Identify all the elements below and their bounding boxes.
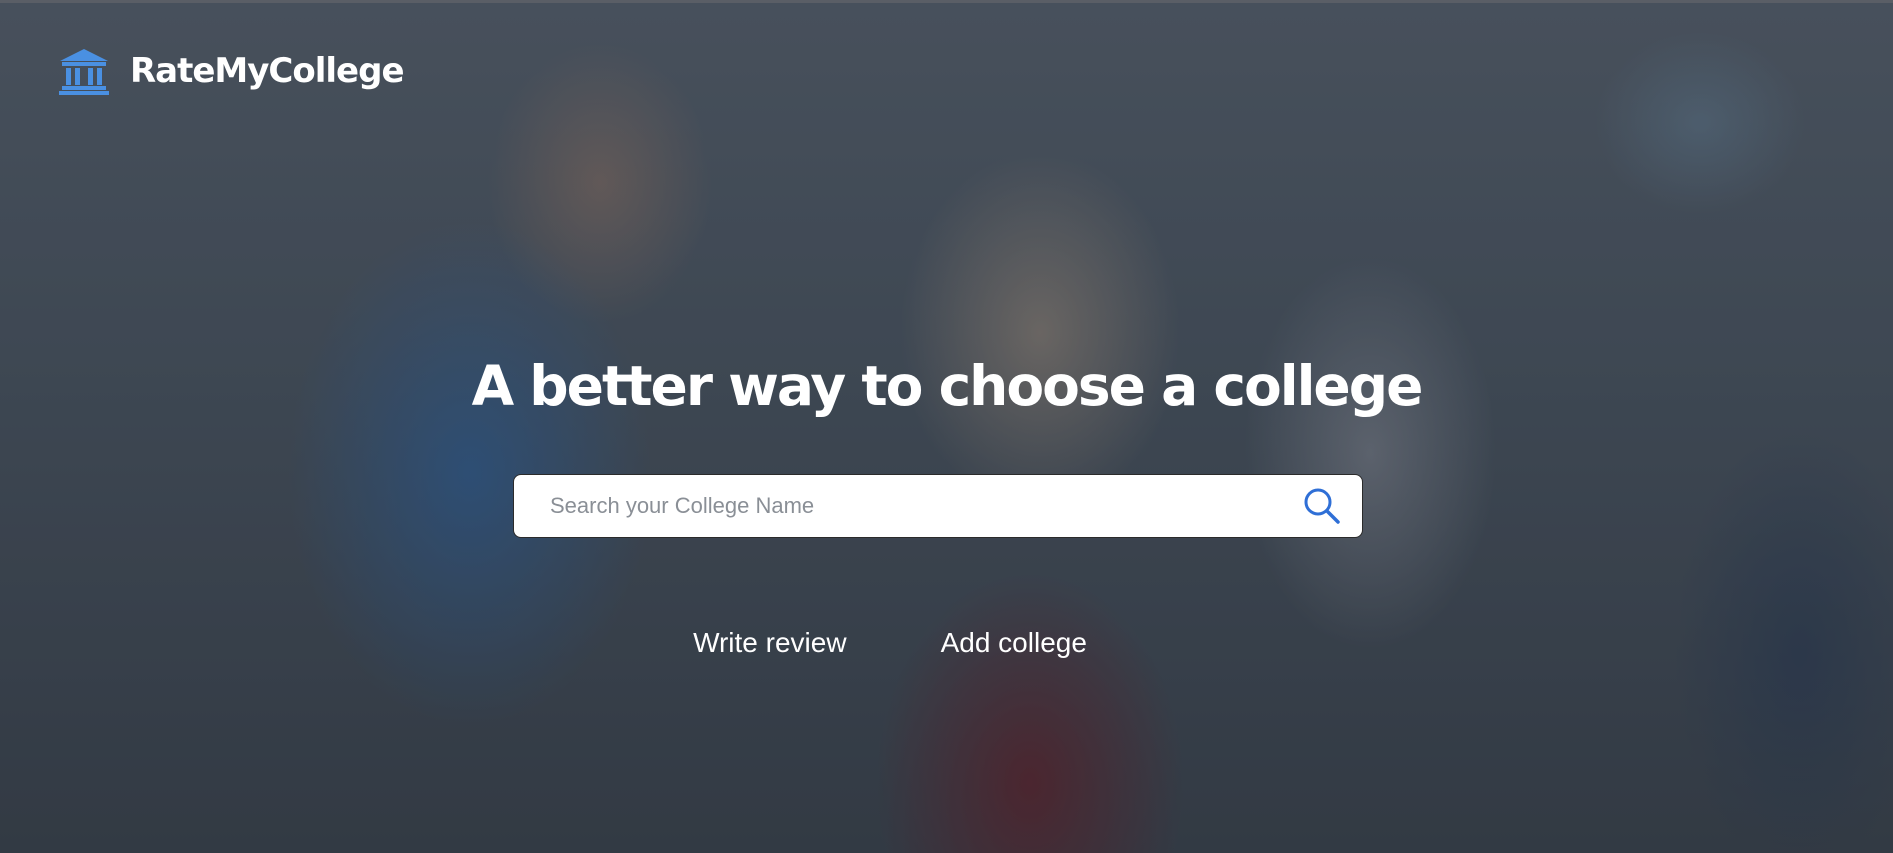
hero-section: RateMyCollege A better way to choose a c… [0, 0, 1893, 853]
add-college-link[interactable]: Add college [941, 627, 1087, 659]
brand-logo-link[interactable]: RateMyCollege [58, 47, 405, 95]
search-icon [1304, 488, 1340, 524]
page-title: A better way to choose a college [471, 354, 1424, 418]
brand-name: RateMyCollege [130, 51, 405, 91]
institution-icon [59, 49, 109, 95]
search-input[interactable] [514, 475, 1282, 537]
search-bar [513, 474, 1363, 538]
hero-actions: Write review Add college [0, 627, 1893, 659]
search-button[interactable] [1282, 475, 1362, 537]
write-review-link[interactable]: Write review [693, 627, 847, 659]
